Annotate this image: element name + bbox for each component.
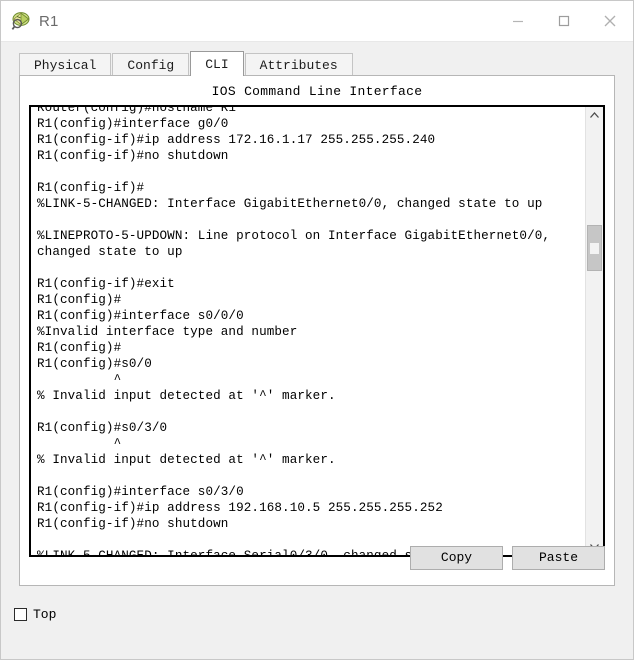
terminal-scrollbar[interactable] <box>585 107 603 555</box>
maximize-button[interactable] <box>541 1 587 41</box>
terminal-line: R1(config-if)# <box>37 181 145 195</box>
minimize-button[interactable] <box>495 1 541 41</box>
terminal-line: %LINEPROTO-5-UPDOWN: Line protocol on In… <box>37 229 551 243</box>
terminal-line: %LINK-5-CHANGED: Interface GigabitEthern… <box>37 197 543 211</box>
panel-title: IOS Command Line Interface <box>211 84 423 99</box>
terminal-output[interactable]: Router(config)#hostname R1 R1(config)#int… <box>31 105 585 555</box>
window-title: R1 <box>39 12 59 30</box>
terminal-line: R1(config)#interface s0/3/0 <box>37 485 244 499</box>
close-button[interactable] <box>587 1 633 41</box>
top-checkbox[interactable] <box>14 608 27 621</box>
terminal-area[interactable]: Router(config)#hostname R1 R1(config)#int… <box>29 105 605 557</box>
terminal-line: R1(config-if)#no shutdown <box>37 149 229 163</box>
tab-bar: Physical Config CLI Attributes <box>19 50 633 76</box>
terminal-line: R1(config)#s0/3/0 <box>37 421 168 435</box>
title-bar: R1 <box>1 1 633 42</box>
terminal-line: R1(config-if)#ip address 172.16.1.17 255… <box>37 133 436 147</box>
terminal-line: %Invalid interface type and number <box>37 325 298 339</box>
router-icon <box>11 10 33 32</box>
tab-config[interactable]: Config <box>112 53 190 76</box>
paste-button[interactable]: Paste <box>512 546 605 570</box>
terminal-line: changed state to up <box>37 245 183 259</box>
terminal-line: R1(config-if)#no shutdown <box>37 517 229 531</box>
terminal-line: R1(config)# <box>37 293 122 307</box>
terminal-line: ^ <box>37 373 122 387</box>
window-controls <box>495 1 633 41</box>
action-buttons: Copy Paste <box>401 546 605 570</box>
terminal-line: Router(config)#hostname R1 <box>37 105 237 115</box>
tab-attributes[interactable]: Attributes <box>244 53 353 76</box>
terminal-line: R1(config-if)#exit <box>37 277 175 291</box>
terminal-line: ^ <box>37 437 122 451</box>
copy-button[interactable]: Copy <box>410 546 503 570</box>
bottom-bar: Top <box>1 596 633 659</box>
terminal-line: R1(config)#s0/0 <box>37 357 152 371</box>
terminal-line: R1(config)#interface g0/0 <box>37 117 229 131</box>
tab-cli[interactable]: CLI <box>190 51 244 76</box>
terminal-line: % Invalid input detected at '^' marker. <box>37 389 336 403</box>
device-window: R1 Physical Config CLI Attributes IOS Co… <box>0 0 634 660</box>
scrollbar-thumb[interactable] <box>587 225 602 271</box>
terminal-line: R1(config-if)#ip address 192.168.10.5 25… <box>37 501 443 515</box>
chevron-up-icon[interactable] <box>586 107 603 124</box>
cli-panel: IOS Command Line Interface Router(config… <box>19 75 615 586</box>
terminal-line: % Invalid input detected at '^' marker. <box>37 453 336 467</box>
tab-physical[interactable]: Physical <box>19 53 112 76</box>
terminal-line: R1(config)#interface s0/0/0 <box>37 309 244 323</box>
terminal-line: R1(config)# <box>37 341 122 355</box>
top-checkbox-label: Top <box>33 607 57 622</box>
